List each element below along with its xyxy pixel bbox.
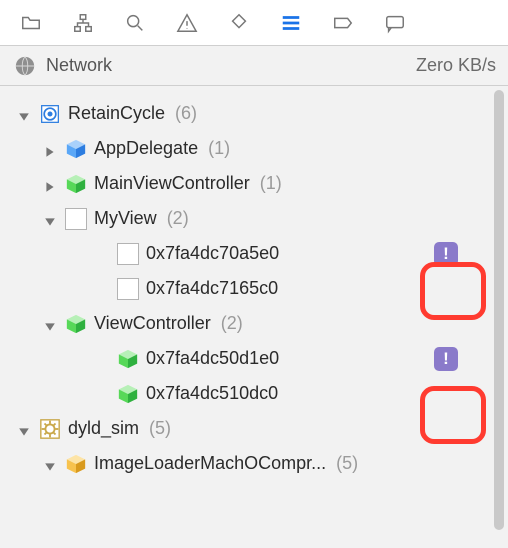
tree-instance[interactable]: 0x7fa4dc50d1e0 ! [0,341,508,376]
view-checkbox-icon [116,242,140,266]
instance-cube-icon [116,382,140,406]
exclamation-icon: ! [443,350,449,367]
memory-graph-tree: RetainCycle (6) AppDelegate (1) MainView… [0,86,508,481]
disclosure-triangle-icon[interactable] [18,107,32,121]
tree-count: (5) [336,453,358,474]
debug-memory-icon[interactable] [266,3,316,43]
tree-label: 0x7fa4dc510dc0 [146,383,278,404]
tree-label: 0x7fa4dc70a5e0 [146,243,279,264]
disclosure-triangle-icon[interactable] [18,422,32,436]
tree-group-dyld-sim[interactable]: dyld_sim (5) [0,411,508,446]
tree-label: RetainCycle [68,103,165,124]
navigator-header: Network Zero KB/s [0,46,508,86]
tree-label: 0x7fa4dc7165c0 [146,278,278,299]
comment-icon[interactable] [370,3,420,43]
tree-instance[interactable]: 0x7fa4dc510dc0 [0,376,508,411]
navigator-filter-toolbar [0,0,508,46]
tree-item-mainviewcontroller[interactable]: MainViewController (1) [0,166,508,201]
header-stat: Zero KB/s [416,55,496,76]
tree-group-retaincycle[interactable]: RetainCycle (6) [0,96,508,131]
hierarchy-icon[interactable] [58,3,108,43]
tree-count: (6) [175,103,197,124]
tree-label: ViewController [94,313,211,334]
exclamation-icon: ! [443,245,449,262]
warning-icon[interactable] [162,3,212,43]
tree-label: 0x7fa4dc50d1e0 [146,348,279,369]
class-cube-icon [64,452,88,476]
class-cube-icon [64,172,88,196]
class-cube-icon [64,137,88,161]
tag-shape-icon[interactable] [214,3,264,43]
tree-count: (1) [260,173,282,194]
view-checkbox-icon [64,207,88,231]
leak-warning-badge[interactable]: ! [434,347,458,371]
disclosure-triangle-icon[interactable] [44,212,58,226]
gear-icon [38,417,62,441]
tree-item-viewcontroller[interactable]: ViewController (2) [0,306,508,341]
disclosure-triangle-icon[interactable] [44,317,58,331]
tree-instance[interactable]: 0x7fa4dc7165c0 [0,271,508,306]
tree-count: (2) [167,208,189,229]
scrollbar-thumb[interactable] [494,90,504,530]
tree-item-imageloader[interactable]: ImageLoaderMachOCompr... (5) [0,446,508,481]
instance-cube-icon [116,347,140,371]
tree-label: ImageLoaderMachOCompr... [94,453,326,474]
class-cube-icon [64,312,88,336]
tree-label: MainViewController [94,173,250,194]
tree-count: (5) [149,418,171,439]
tree-item-myview[interactable]: MyView (2) [0,201,508,236]
tree-instance[interactable]: 0x7fa4dc70a5e0 ! [0,236,508,271]
label-icon[interactable] [318,3,368,43]
network-globe-icon [14,55,36,77]
tree-count: (1) [208,138,230,159]
header-title: Network [46,55,406,76]
tree-label: AppDelegate [94,138,198,159]
tree-count: (2) [221,313,243,334]
search-icon[interactable] [110,3,160,43]
folder-icon[interactable] [6,3,56,43]
tree-label: MyView [94,208,157,229]
tree-item-appdelegate[interactable]: AppDelegate (1) [0,131,508,166]
disclosure-triangle-icon[interactable] [44,142,58,156]
leak-warning-badge[interactable]: ! [434,242,458,266]
tree-label: dyld_sim [68,418,139,439]
view-checkbox-icon [116,277,140,301]
disclosure-triangle-icon[interactable] [44,457,58,471]
disclosure-triangle-icon[interactable] [44,177,58,191]
app-target-icon [38,102,62,126]
